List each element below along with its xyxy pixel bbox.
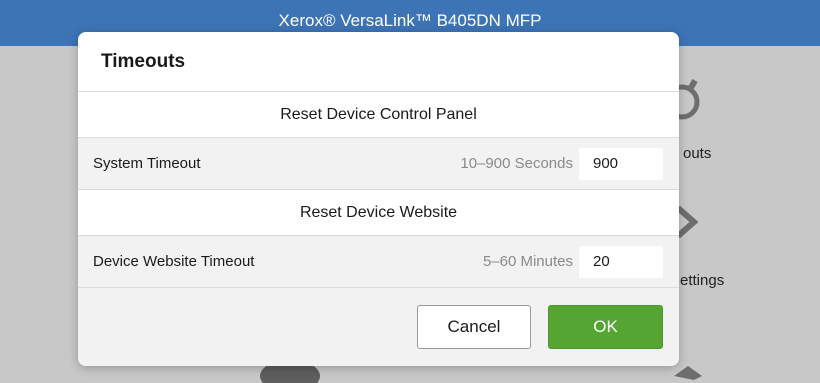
- bg-tile-label-timeouts: outs: [683, 145, 712, 162]
- ok-button[interactable]: OK: [548, 305, 663, 349]
- dialog-footer: Cancel OK: [78, 290, 679, 366]
- website-timeout-input[interactable]: [579, 245, 663, 278]
- website-timeout-label: Device Website Timeout: [93, 253, 255, 270]
- screen: Xerox® VersaLink™ B405DN MFP outs etting…: [0, 0, 820, 383]
- app-title: Xerox® VersaLink™ B405DN MFP: [278, 11, 542, 30]
- system-timeout-input[interactable]: [579, 147, 663, 180]
- system-timeout-label: System Timeout: [93, 155, 201, 172]
- section-header-website: Reset Device Website: [78, 190, 679, 236]
- section-header-control-panel: Reset Device Control Panel: [78, 92, 679, 138]
- system-timeout-range: 10–900 Seconds: [460, 155, 573, 172]
- bg-tile-label-settings: ettings: [680, 272, 725, 289]
- cancel-button[interactable]: Cancel: [417, 305, 531, 349]
- timeouts-dialog: Timeouts Reset Device Control Panel Syst…: [78, 32, 679, 366]
- dialog-title: Timeouts: [78, 32, 679, 92]
- system-timeout-row: System Timeout 10–900 Seconds: [78, 138, 679, 190]
- website-timeout-range: 5–60 Minutes: [482, 253, 573, 270]
- website-timeout-row: Device Website Timeout 5–60 Minutes: [78, 236, 679, 288]
